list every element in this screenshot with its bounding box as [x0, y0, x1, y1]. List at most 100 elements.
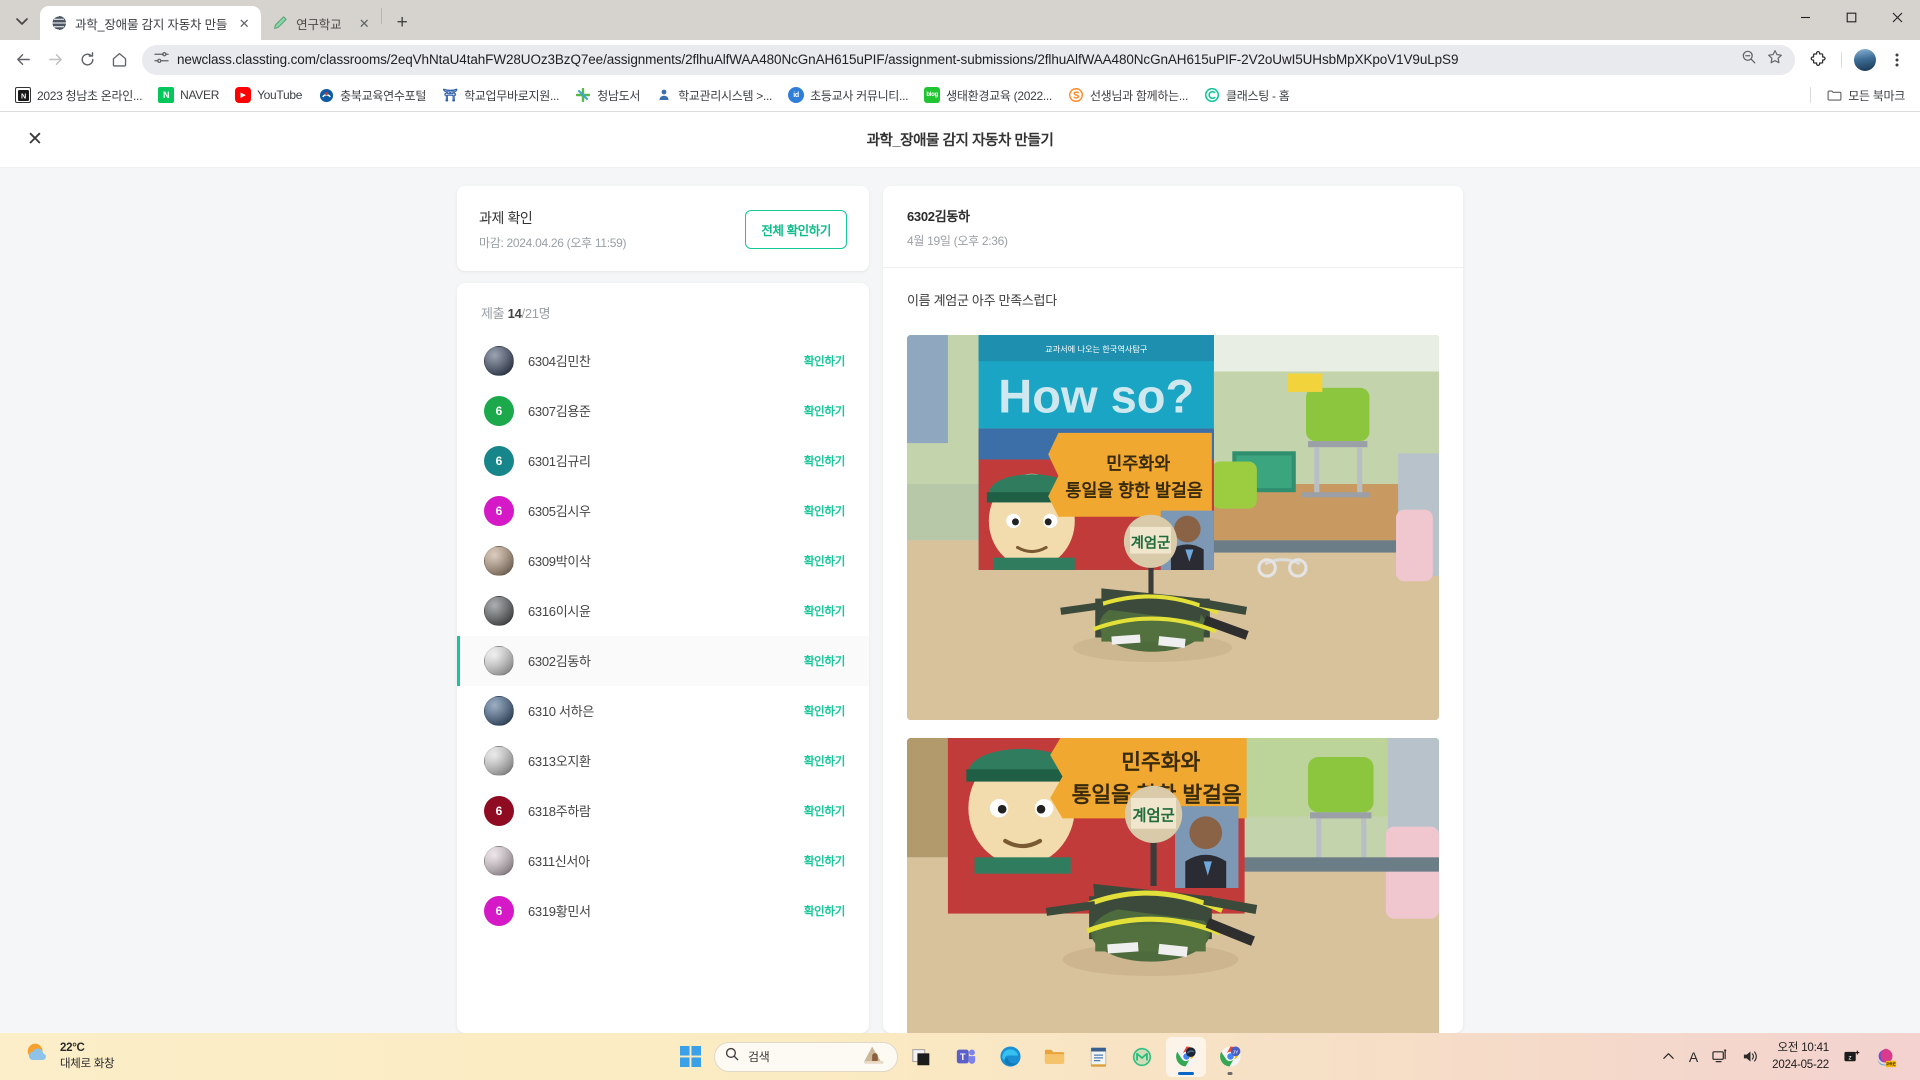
submission-student-name: 6302김동하 [907, 208, 970, 224]
address-bar[interactable]: newclass.classting.com/classrooms/2eqVhN… [142, 44, 1795, 75]
student-row[interactable]: 6 6318주하람 확인하기 [457, 786, 869, 836]
student-check-button[interactable]: 확인하기 [804, 603, 845, 619]
bookmark-item[interactable]: N NAVER [151, 83, 226, 107]
avatar[interactable] [1850, 45, 1880, 75]
reload-icon[interactable] [72, 45, 102, 75]
home-icon[interactable] [104, 45, 134, 75]
student-row[interactable]: 6304김민찬 확인하기 [457, 336, 869, 386]
student-row[interactable]: 6302김동하 확인하기 [457, 635, 869, 686]
tab-search-icon[interactable] [8, 7, 36, 35]
maximize-button[interactable] [1828, 0, 1874, 34]
bookmark-item[interactable]: blog 생태환경교육 (2022... [917, 83, 1059, 107]
all-bookmarks-button[interactable]: 모든 북마크 [1819, 83, 1912, 107]
student-row[interactable]: 6316이시윤 확인하기 [457, 586, 869, 636]
task-view-button[interactable] [902, 1037, 942, 1077]
bookmark-favicon: blog [924, 87, 941, 104]
submission-header: 6302김동하 4월 19일 (오후 2:36) [883, 186, 1463, 268]
student-name: 6319황민서 [528, 904, 591, 920]
tab-close-button[interactable]: ✕ [355, 14, 373, 32]
ime-indicator[interactable]: A [1689, 1049, 1698, 1065]
taskbar-apps: 검색 T JY [670, 1036, 1250, 1077]
student-check-button[interactable]: 확인하기 [804, 853, 845, 869]
globe-icon [51, 15, 67, 31]
search-illustration-icon [861, 1043, 887, 1070]
weather-widget[interactable]: 22°C 대체로 화창 [10, 1041, 310, 1072]
close-window-button[interactable] [1874, 0, 1920, 34]
bookmark-favicon [1068, 87, 1084, 103]
notepad-button[interactable] [1078, 1037, 1118, 1077]
student-check-button[interactable]: 확인하기 [804, 353, 845, 369]
star-icon[interactable] [1767, 49, 1783, 70]
student-check-button[interactable]: 확인하기 [804, 453, 845, 469]
bookmark-item[interactable]: 충북교육연수포털 [311, 83, 433, 107]
student-row[interactable]: 6 6319황민서 확인하기 [457, 886, 869, 936]
mega-button[interactable] [1122, 1037, 1162, 1077]
edge-button[interactable] [990, 1037, 1030, 1077]
bookmark-item[interactable]: 청남도서 [568, 83, 647, 107]
student-check-button[interactable]: 확인하기 [804, 903, 845, 919]
student-row[interactable]: 6 6305김시우 확인하기 [457, 486, 869, 536]
student-row[interactable]: 6309박이삭 확인하기 [457, 536, 869, 586]
search-placeholder: 검색 [748, 1050, 770, 1064]
check-all-button[interactable]: 전체 확인하기 [745, 209, 847, 249]
student-check-button[interactable]: 확인하기 [804, 703, 845, 719]
student-row[interactable]: 6 6307김용준 확인하기 [457, 386, 869, 436]
student-check-button[interactable]: 확인하기 [804, 753, 845, 769]
chrome-profile-button[interactable]: JY [1210, 1037, 1250, 1077]
puzzle-icon[interactable] [1803, 45, 1833, 75]
student-check-button[interactable]: 확인하기 [804, 503, 845, 519]
minimize-button[interactable] [1782, 0, 1828, 34]
chrome-button[interactable] [1166, 1036, 1206, 1077]
chevron-up-icon[interactable] [1662, 1050, 1675, 1063]
student-name: 6316이시윤 [528, 604, 591, 620]
bookmark-item[interactable]: N 2023 청남초 온라인... [8, 83, 149, 107]
student-name: 6311신서아 [528, 854, 590, 870]
student-row[interactable]: 6310 서하은 확인하기 [457, 686, 869, 736]
submission-photo-1[interactable]: 교과서에 나오는 한국역사탐구 How so? 민주화와 통일을 향한 발걸음 … [907, 334, 1439, 720]
tune-icon[interactable] [154, 50, 169, 70]
copilot-icon[interactable]: PRE [1874, 1045, 1898, 1069]
student-row[interactable]: 6313오지환 확인하기 [457, 736, 869, 786]
forward-icon[interactable] [40, 45, 70, 75]
file-explorer-button[interactable] [1034, 1037, 1074, 1077]
tab-strip: 과학_장애물 감지 자동차 만들 ✕ 연구학교 ✕ + [0, 0, 1920, 40]
system-tray: A 오전 10:41 2024-05-22 z PRE [1662, 1040, 1910, 1073]
bookmark-item[interactable]: ⛩ 학교업무바로지원... [435, 83, 566, 107]
student-avatar [484, 745, 514, 776]
tab-0[interactable]: 과학_장애물 감지 자동차 만들 ✕ [40, 6, 262, 40]
student-check-button[interactable]: 확인하기 [804, 803, 845, 819]
bookmark-item[interactable]: 선생님과 함께하는... [1061, 83, 1195, 107]
bookmark-item[interactable]: id 초등교사 커뮤니티... [781, 83, 915, 107]
bookmark-label: 청남도서 [597, 88, 641, 103]
network-icon[interactable] [1712, 1049, 1728, 1064]
svg-text:통일을 향한 발걸음: 통일을 향한 발걸음 [1065, 480, 1203, 500]
new-tab-button[interactable]: + [388, 8, 416, 36]
student-row[interactable]: 6311신서아 확인하기 [457, 836, 869, 886]
clock[interactable]: 오전 10:41 2024-05-22 [1772, 1040, 1829, 1073]
kebab-menu-icon[interactable] [1882, 45, 1912, 75]
folder-icon [1826, 87, 1842, 103]
close-icon[interactable]: ✕ [22, 126, 48, 152]
zoom-out-icon[interactable] [1741, 49, 1757, 70]
student-check-button[interactable]: 확인하기 [804, 653, 845, 669]
student-name: 6310 서하은 [528, 704, 595, 720]
student-check-button[interactable]: 확인하기 [804, 403, 845, 419]
bookmark-favicon [656, 87, 672, 103]
submission-photo-2[interactable]: 민주화와 통일을 향한 발걸음 계엄군 [907, 737, 1439, 1033]
bookmark-item[interactable]: ▶ YouTube [228, 83, 309, 107]
bookmark-favicon: ▶ [235, 87, 252, 104]
tab-close-button[interactable]: ✕ [235, 14, 253, 32]
start-button[interactable] [670, 1037, 710, 1077]
student-row[interactable]: 6 6301김규리 확인하기 [457, 436, 869, 486]
bookmark-favicon: id [788, 87, 805, 104]
bookmark-item[interactable]: 학교관리시스템 >... [649, 83, 779, 107]
volume-icon[interactable] [1742, 1049, 1758, 1064]
student-check-button[interactable]: 확인하기 [804, 553, 845, 569]
teams-button[interactable]: T [946, 1037, 986, 1077]
student-list: 6304김민찬 확인하기 6 6307김용준 확인하기 6 6301김규리 확인하기 6 6305… [457, 336, 869, 936]
bookmark-item[interactable]: 클래스팅 - 홈 [1197, 83, 1296, 107]
notification-icon[interactable]: z [1843, 1049, 1860, 1065]
search-input[interactable]: 검색 [714, 1041, 898, 1072]
back-icon[interactable] [8, 45, 38, 75]
tab-1[interactable]: 연구학교 ✕ [261, 6, 381, 40]
